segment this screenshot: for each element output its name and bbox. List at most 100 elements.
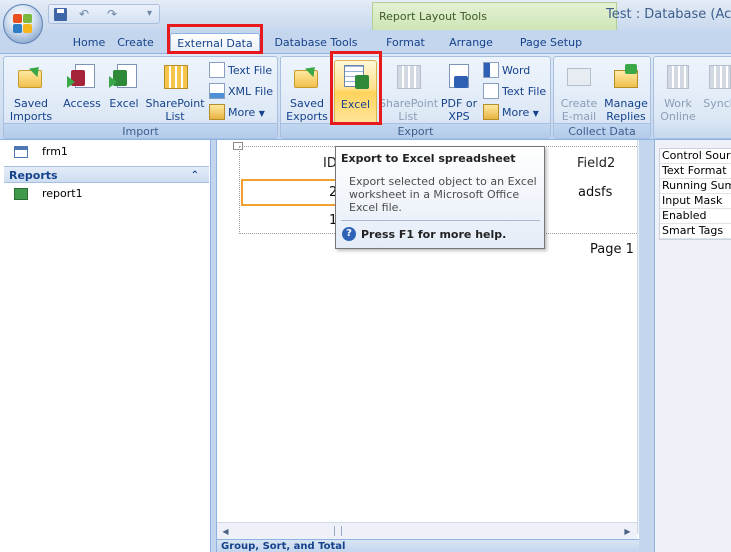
tooltip-help: ? Press F1 for more help. (342, 227, 506, 243)
work-online-icon (663, 62, 693, 92)
property-control-source[interactable]: Control Sourc (660, 149, 731, 164)
tab-page-setup[interactable]: Page Setup (514, 33, 588, 54)
dropdown-arrow-icon: ▼ (258, 109, 265, 118)
access-icon (67, 62, 97, 92)
scroll-down-icon[interactable]: ▼ (638, 502, 639, 519)
export-excel-button[interactable]: Excel (334, 60, 377, 124)
tab-database-tools[interactable]: Database Tools (268, 33, 364, 54)
xml-file-icon (209, 83, 225, 99)
create-email-button[interactable]: Create E-mail (556, 60, 602, 124)
import-sharepoint-button[interactable]: SharePoint List (144, 60, 206, 124)
synchronize-label: Synch (703, 97, 731, 110)
property-running-sum[interactable]: Running Sum (660, 179, 731, 194)
collapse-chevron-icon[interactable]: ⌃ (191, 167, 199, 184)
import-text-file-button[interactable]: Text File (209, 61, 272, 81)
saved-exports-button[interactable]: Saved Exports (283, 60, 331, 124)
saved-exports-label: Saved Exports (286, 97, 328, 123)
export-text-file-icon (483, 83, 499, 99)
import-access-label: Access (63, 97, 101, 110)
export-text-file-button[interactable]: Text File (483, 82, 546, 102)
export-word-button[interactable]: Word (483, 61, 530, 81)
import-xml-file-label: XML File (228, 85, 274, 98)
export-more-label: More (502, 106, 530, 119)
export-group: Saved Exports Excel SharePoint List PDF … (280, 56, 551, 139)
help-icon: ? (342, 227, 356, 241)
sharepoint-lists-group: Work Online Synch (653, 56, 731, 139)
export-pdf-xps-button[interactable]: PDF or XPS (439, 60, 479, 124)
export-sharepoint-icon (393, 62, 423, 92)
form-icon (14, 146, 28, 158)
title-bar: ↶ ↷ ▾ Report Layout Tools Test : Databas… (0, 0, 731, 30)
save-icon[interactable] (54, 8, 67, 21)
contextual-group-label: Report Layout Tools (379, 10, 487, 23)
import-access-button[interactable]: Access (60, 60, 104, 124)
work-online-button[interactable]: Work Online (656, 60, 700, 124)
export-group-label: Export (281, 123, 550, 138)
import-more-button[interactable]: More ▼ (209, 103, 265, 123)
property-smart-tags[interactable]: Smart Tags (660, 224, 731, 239)
redo-icon[interactable]: ↷ (107, 7, 117, 21)
property-text-format[interactable]: Text Format (660, 164, 731, 179)
horizontal-scrollbar[interactable]: ◀ ▶ (217, 522, 637, 539)
undo-icon[interactable]: ↶ (79, 7, 89, 21)
manage-replies-label: Manage Replies (604, 97, 648, 123)
tab-format[interactable]: Format (378, 33, 433, 54)
export-word-label: Word (502, 64, 531, 77)
scroll-up-icon[interactable]: ▲ (638, 140, 639, 157)
office-button[interactable] (3, 4, 43, 44)
export-sharepoint-label: SharePoint List (379, 97, 439, 123)
property-enabled[interactable]: Enabled (660, 209, 731, 224)
office-logo-icon (13, 14, 33, 34)
nav-item-label: frm1 (42, 145, 68, 158)
collect-data-group-label: Collect Data (554, 123, 650, 138)
horizontal-scroll-grip[interactable] (334, 526, 342, 536)
customize-qat-icon[interactable]: ▾ (147, 8, 152, 19)
manage-replies-button[interactable]: Manage Replies (602, 60, 650, 124)
reports-group-header[interactable]: Reports ⌃ (4, 166, 209, 183)
create-email-label: Create E-mail (560, 97, 598, 123)
import-excel-label: Excel (109, 97, 139, 110)
tooltip-title: Export to Excel spreadsheet (341, 152, 516, 165)
saved-imports-button[interactable]: Saved Imports (6, 60, 56, 124)
layout-border-left (239, 146, 240, 234)
group-sort-total-pane[interactable]: Group, Sort, and Total (217, 539, 639, 552)
saved-imports-icon (16, 62, 46, 92)
import-sharepoint-label: SharePoint List (145, 97, 205, 123)
export-more-icon (483, 104, 499, 120)
reports-header-label: Reports (9, 169, 58, 182)
property-input-mask[interactable]: Input Mask (660, 194, 731, 209)
create-email-icon (564, 62, 594, 92)
export-text-file-label: Text File (502, 85, 547, 98)
tab-create[interactable]: Create (108, 33, 163, 54)
export-more-button[interactable]: More ▼ (483, 103, 539, 123)
pdf-xps-icon (444, 62, 474, 92)
page-number: Page 1 o (590, 242, 639, 257)
export-sharepoint-button[interactable]: SharePoint List (379, 60, 439, 124)
import-group-label: Import (4, 123, 277, 138)
ribbon: Saved Imports Access Excel SharePoint Li… (0, 53, 731, 140)
nav-item-label: report1 (42, 187, 83, 200)
vertical-scrollbar[interactable]: ▲ ▼ (637, 140, 639, 534)
synchronize-button[interactable]: Synch (700, 60, 731, 124)
import-xml-file-button[interactable]: XML File (209, 82, 273, 102)
sharepoint-list-icon (160, 62, 190, 92)
cell-field2-row1[interactable]: adsfs (578, 185, 612, 200)
tab-external-data[interactable]: External Data (170, 33, 260, 54)
scroll-right-icon[interactable]: ▶ (619, 523, 636, 540)
saved-exports-icon (292, 62, 322, 92)
window-title: Test : Database (Acce (606, 7, 731, 22)
quick-access-toolbar: ↶ ↷ ▾ (48, 4, 160, 24)
tooltip-help-text: Press F1 for more help. (361, 228, 507, 241)
property-sheet: Control Sourc Text Format Running Sum In… (654, 140, 731, 552)
export-pdf-xps-label: PDF or XPS (440, 97, 478, 123)
work-online-label: Work Online (660, 97, 696, 123)
import-excel-button[interactable]: Excel (104, 60, 144, 124)
contextual-tab-group: Report Layout Tools (372, 2, 617, 30)
export-excel-icon (341, 63, 371, 93)
column-header-field2[interactable]: Field2 (577, 156, 615, 171)
tab-arrange[interactable]: Arrange (442, 33, 500, 54)
scroll-left-icon[interactable]: ◀ (217, 523, 234, 540)
excel-icon (109, 62, 139, 92)
export-dropdown-arrow-icon: ▼ (532, 109, 539, 118)
more-icon (209, 104, 225, 120)
